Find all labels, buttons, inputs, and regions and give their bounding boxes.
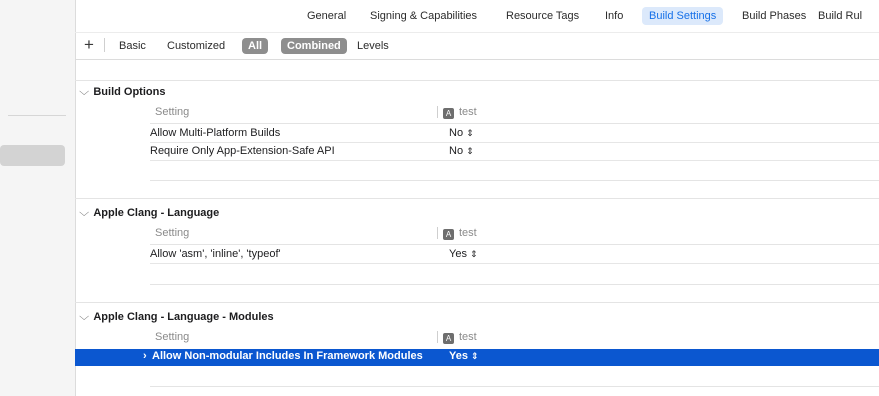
filter-all[interactable]: All (242, 38, 269, 54)
column-header-setting: Setting (155, 106, 190, 118)
chevron-down-icon[interactable]: ⌵ (79, 311, 89, 324)
section-header-apple-clang-language[interactable]: ⌵ Apple Clang - Language (79, 207, 220, 220)
setting-value-popup[interactable]: No ⇕ (449, 127, 474, 139)
row-separator (150, 244, 879, 245)
app-target-icon: A (443, 108, 454, 119)
tab-info[interactable]: Info (605, 7, 623, 25)
section-end-separator (150, 386, 879, 387)
column-header-setting: Setting (155, 227, 190, 239)
editor-tab-bar: General Signing & Capabilities Resource … (75, 0, 879, 32)
app-target-icon: A (443, 229, 454, 240)
setting-value-popup[interactable]: Yes ⇕ (449, 350, 479, 362)
column-separator (437, 106, 438, 118)
section-separator (75, 198, 879, 199)
setting-name: Allow Multi-Platform Builds (150, 127, 281, 139)
section-title: Apple Clang - Language (93, 207, 220, 219)
section-separator (75, 302, 879, 303)
app-target-icon: A (443, 333, 454, 344)
section-title: Apple Clang - Language - Modules (93, 311, 274, 323)
up-down-stepper-icon: ⇕ (466, 128, 474, 138)
section-header-build-options[interactable]: ⌵ Build Options (79, 86, 166, 99)
section-separator (75, 80, 879, 81)
tab-build-settings[interactable]: Build Settings (642, 7, 724, 25)
setting-name: Allow 'asm', 'inline', 'typeof' (150, 248, 281, 260)
tab-resource-tags[interactable]: Resource Tags (506, 7, 579, 25)
setting-row-allow-asm-inline-typeof[interactable]: Allow 'asm', 'inline', 'typeof' Yes ⇕ (150, 247, 879, 264)
tab-build-phases[interactable]: Build Phases (742, 7, 806, 25)
column-header-target: Atest (443, 331, 477, 344)
sidebar-divider (8, 115, 66, 116)
section-title: Build Options (93, 86, 166, 98)
setting-row-allow-multi-platform-builds[interactable]: Allow Multi-Platform Builds No ⇕ (150, 126, 879, 143)
setting-value-popup[interactable]: Yes ⇕ (449, 248, 478, 260)
sidebar-selected-item[interactable] (0, 145, 65, 166)
up-down-stepper-icon: ⇕ (470, 351, 479, 361)
chevron-right-icon[interactable]: › (143, 350, 147, 362)
chevron-down-icon[interactable]: ⌵ (79, 207, 89, 220)
setting-row-allow-non-modular-includes[interactable]: › Allow Non-modular Includes In Framewor… (75, 349, 879, 366)
up-down-stepper-icon: ⇕ (466, 146, 474, 156)
setting-value-popup[interactable]: No ⇕ (449, 145, 474, 157)
up-down-stepper-icon: ⇕ (469, 249, 478, 259)
section-end-separator (150, 284, 879, 285)
filter-bar: + Basic Customized All Combined Levels (75, 32, 879, 60)
column-header-setting: Setting (155, 331, 190, 343)
add-setting-button[interactable]: + (84, 35, 94, 55)
chevron-down-icon[interactable]: ⌵ (79, 86, 89, 99)
filter-divider (104, 38, 105, 52)
column-separator (437, 227, 438, 239)
navigator-sidebar (0, 0, 76, 396)
setting-name: Allow Non-modular Includes In Framework … (152, 350, 423, 362)
section-end-separator (150, 180, 879, 181)
column-separator (437, 331, 438, 343)
section-header-apple-clang-language-modules[interactable]: ⌵ Apple Clang - Language - Modules (79, 311, 274, 324)
setting-name: Require Only App-Extension-Safe API (150, 145, 335, 157)
filter-combined[interactable]: Combined (281, 38, 347, 54)
column-header-target: Atest (443, 227, 477, 240)
filter-basic[interactable]: Basic (119, 38, 146, 54)
row-separator (150, 123, 879, 124)
filter-customized[interactable]: Customized (167, 38, 225, 54)
build-settings-table: ⌵ Build Options Setting Atest ⌵ Apple Clan… (75, 58, 879, 396)
tab-general[interactable]: General (307, 7, 346, 25)
tab-build-rules[interactable]: Build Rul (818, 7, 862, 25)
column-header-target: Atest (443, 106, 477, 119)
setting-row-require-app-extension-safe-api[interactable]: Require Only App-Extension-Safe API No ⇕ (150, 144, 879, 161)
tab-signing-capabilities[interactable]: Signing & Capabilities (370, 7, 477, 25)
filter-levels[interactable]: Levels (357, 38, 389, 54)
